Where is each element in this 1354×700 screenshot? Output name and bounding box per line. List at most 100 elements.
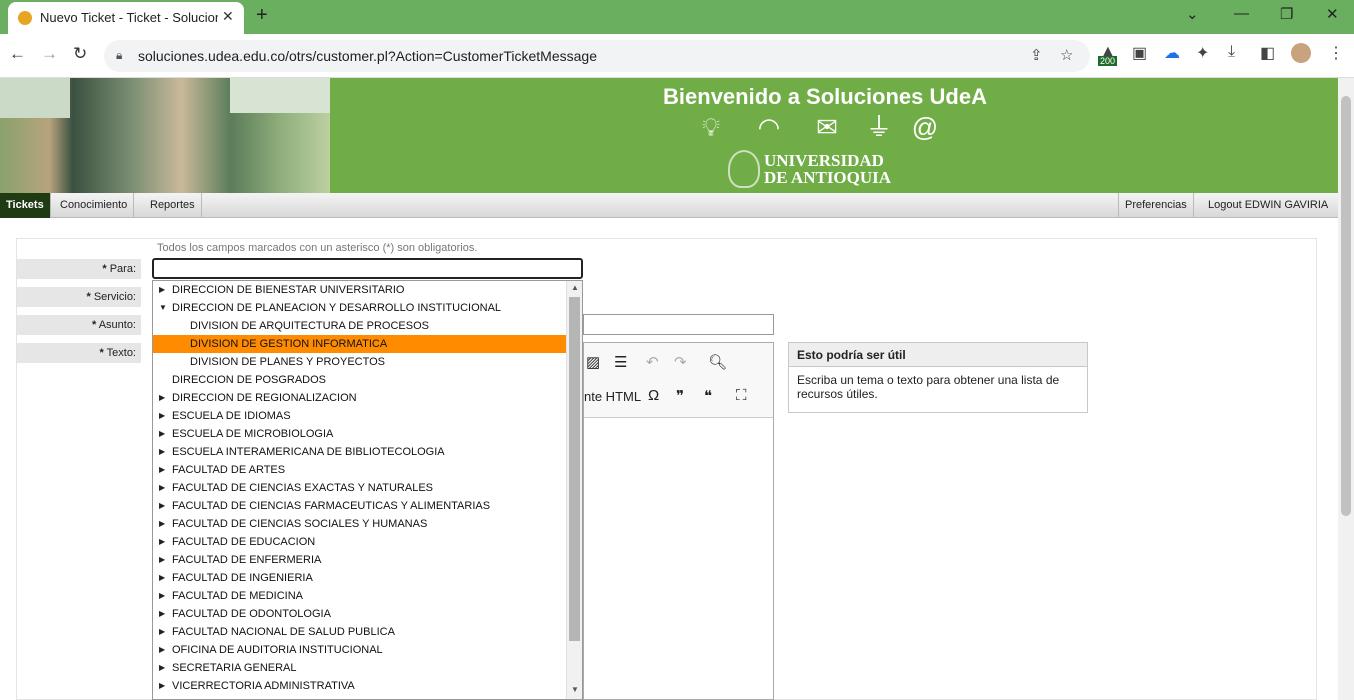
nav-conocimiento[interactable]: Conocimiento [54, 193, 135, 218]
dropdown-item[interactable]: DIRECCION DE POSGRADOS [153, 371, 566, 389]
new-tab-icon[interactable]: + [256, 4, 268, 27]
collapsed-arrow-icon[interactable]: ▶ [159, 281, 165, 299]
dropdown-item[interactable]: ▶ FACULTAD DE ENFERMERIA [153, 551, 566, 569]
collapsed-arrow-icon[interactable]: ▶ [159, 497, 165, 515]
dropdown-item[interactable]: ▶ FACULTAD NACIONAL DE SALUD PUBLICA [153, 623, 566, 641]
restore-icon[interactable]: ❐ [1280, 5, 1293, 23]
dropdown-item[interactable]: ▶ FACULTAD DE ODONTOLOGIA [153, 605, 566, 623]
profile-avatar[interactable] [1291, 43, 1311, 63]
collapsed-arrow-icon[interactable]: ▶ [159, 407, 165, 425]
scroll-down-icon[interactable]: ▼ [571, 685, 579, 694]
forward-icon[interactable]: → [41, 44, 58, 64]
collapsed-arrow-icon[interactable]: ▶ [159, 533, 165, 551]
scroll-up-icon[interactable]: ▲ [571, 283, 579, 292]
nav-tickets[interactable]: Tickets [0, 193, 51, 218]
window-close-icon[interactable]: ✕ [1326, 5, 1339, 23]
side-panel-icon[interactable]: ◧ [1260, 43, 1275, 63]
dropdown-scrollbar[interactable]: ▲ ▼ [566, 281, 582, 699]
dropdown-item[interactable]: ▶ ESCUELA DE IDIOMAS [153, 407, 566, 425]
puzzle-icon[interactable]: ✦ [1196, 43, 1209, 63]
dropdown-item[interactable]: ▼ DIRECCION DE PLANEACION Y DESARROLLO IN… [153, 299, 566, 317]
minimize-icon[interactable]: — [1234, 5, 1249, 22]
download-icon[interactable]: ⤓ [1228, 43, 1235, 61]
collapsed-arrow-icon[interactable]: ▶ [159, 425, 165, 443]
para-input[interactable] [152, 258, 583, 279]
university-name: UNIVERSIDAD DE ANTIOQUIA [764, 151, 892, 187]
collapsed-arrow-icon[interactable]: ▶ [159, 389, 165, 407]
redo-icon[interactable]: ↷ [674, 353, 687, 371]
dropdown-item[interactable]: DIVISION DE ARQUITECTURA DE PROCESOS [153, 317, 566, 335]
dropdown-item[interactable]: ▶ SECRETARIA GENERAL [153, 659, 566, 677]
image-icon[interactable]: ▨ [586, 353, 600, 371]
dropdown-item[interactable]: ▶ ESCUELA DE MICROBIOLOGIA [153, 425, 566, 443]
collapsed-arrow-icon[interactable]: ▶ [159, 443, 165, 461]
dropdown-item[interactable]: ▶ DIRECCION DE REGIONALIZACION [153, 389, 566, 407]
back-icon[interactable]: ← [9, 44, 26, 64]
dropdown-item-label: FACULTAD DE MEDICINA [172, 590, 303, 602]
dropdown-item[interactable]: DIVISION DE GESTION INFORMATICA [153, 335, 566, 353]
tab-search-icon[interactable]: ⌄ [1186, 5, 1199, 23]
cast-icon[interactable]: ▣ [1132, 43, 1147, 63]
collapsed-arrow-icon[interactable]: ▶ [159, 569, 165, 587]
collapsed-arrow-icon[interactable]: ▶ [159, 551, 165, 569]
help-body: Escriba un tema o texto para obtener una… [797, 373, 1060, 401]
main-nav: Tickets Conocimiento Reportes Preferenci… [0, 193, 1338, 218]
blockquote-icon[interactable]: ❞ [676, 387, 684, 405]
expanded-arrow-icon[interactable]: ▼ [159, 299, 167, 317]
dropdown-item[interactable]: ▶ FACULTAD DE CIENCIAS FARMACEUTICAS Y AL… [153, 497, 566, 515]
undo-icon[interactable]: ↶ [646, 353, 659, 371]
collapsed-arrow-icon[interactable]: ▶ [159, 515, 165, 533]
dropdown-item-label: DIRECCION DE REGIONALIZACION [172, 392, 357, 404]
dropdown-item[interactable]: ▶ VICERRECTORIA ADMINISTRATIVA [153, 677, 566, 695]
collapsed-arrow-icon[interactable]: ▶ [159, 461, 165, 479]
menu-icon[interactable]: ⋮ [1328, 43, 1344, 63]
browser-tab[interactable]: Nuevo Ticket - Ticket - Solucione ✕ [8, 2, 244, 34]
dropdown-item[interactable]: ▶ FACULTAD DE ARTES [153, 461, 566, 479]
nav-logout[interactable]: Logout EDWIN GAVIRIA [1202, 193, 1334, 218]
dropdown-item-label: FACULTAD DE CIENCIAS EXACTAS Y NATURALES [172, 482, 434, 494]
find-icon[interactable]: 🔍︎ [708, 353, 727, 371]
reload-icon[interactable]: ↻ [73, 44, 87, 64]
address-bar[interactable]: 🔒︎ soluciones.udea.edu.co/otrs/customer.… [104, 40, 1090, 72]
dropdown-item-label: DIRECCION DE POSGRADOS [172, 374, 327, 386]
source-html-button[interactable]: nte HTML [584, 389, 641, 404]
tab-close-icon[interactable]: ✕ [222, 8, 234, 25]
dropdown-item[interactable]: ▶ DIRECCION DE BIENESTAR UNIVERSITARIO [153, 281, 566, 299]
nav-preferencias[interactable]: Preferencias [1118, 193, 1194, 218]
subject-input[interactable] [583, 314, 774, 335]
para-dropdown-list[interactable]: ▶ DIRECCION DE BIENESTAR UNIVERSITARIO ▼ DI… [152, 280, 583, 700]
unquote-icon[interactable]: ❝ [704, 387, 712, 405]
collapsed-arrow-icon[interactable]: ▶ [159, 605, 165, 623]
dropdown-item-label: ESCUELA DE IDIOMAS [172, 410, 291, 422]
dropdown-item-label: VICERRECTORIA ADMINISTRATIVA [172, 680, 355, 692]
dropdown-item[interactable]: ▶ ESCUELA INTERAMERICANA DE BIBLIOTECOLOG… [153, 443, 566, 461]
page-scrollbar[interactable] [1338, 78, 1354, 700]
collapsed-arrow-icon[interactable]: ▶ [159, 659, 165, 677]
special-char-icon[interactable]: Ω [648, 387, 659, 404]
dropdown-item-label: DIVISION DE ARQUITECTURA DE PROCESOS [190, 320, 429, 332]
dropdown-item[interactable]: ▶ FACULTAD DE CIENCIAS EXACTAS Y NATURALE… [153, 479, 566, 497]
collapsed-arrow-icon[interactable]: ▶ [159, 587, 165, 605]
cloud-icon[interactable]: ☁ [1164, 43, 1180, 63]
dropdown-item-label: FACULTAD DE EDUCACION [172, 536, 316, 548]
collapsed-arrow-icon[interactable]: ▶ [159, 479, 165, 497]
dropdown-item[interactable]: ▶ FACULTAD DE EDUCACION [153, 533, 566, 551]
extension-icon[interactable]: ▲ [1100, 43, 1116, 61]
rich-text-editor[interactable]: ▨ ☰ ↶ ↷ 🔍︎ nte HTML Ω ❞ ❝ ⛶ [583, 342, 774, 700]
dropdown-item[interactable]: ▶ FACULTAD DE MEDICINA [153, 587, 566, 605]
bookmark-star-icon[interactable]: ☆ [1060, 46, 1073, 64]
dropdown-item[interactable]: ▶ OFICINA DE AUDITORIA INSTITUCIONAL [153, 641, 566, 659]
collapsed-arrow-icon[interactable]: ▶ [159, 641, 165, 659]
lightbulb-icon: 💡︎ [701, 112, 721, 142]
collapsed-arrow-icon[interactable]: ▶ [159, 677, 165, 695]
dropdown-item-label: DIVISION DE GESTION INFORMATICA [190, 338, 388, 350]
align-icon[interactable]: ☰ [614, 353, 627, 371]
collapsed-arrow-icon[interactable]: ▶ [159, 623, 165, 641]
dropdown-item-label: FACULTAD DE ODONTOLOGIA [172, 608, 331, 620]
dropdown-item[interactable]: DIVISION DE PLANES Y PROYECTOS [153, 353, 566, 371]
maximize-icon[interactable]: ⛶ [736, 387, 747, 404]
dropdown-item[interactable]: ▶ FACULTAD DE INGENIERIA [153, 569, 566, 587]
share-icon[interactable]: ⇪ [1030, 46, 1043, 64]
dropdown-item[interactable]: ▶ FACULTAD DE CIENCIAS SOCIALES Y HUMANAS [153, 515, 566, 533]
nav-reportes[interactable]: Reportes [144, 193, 202, 218]
